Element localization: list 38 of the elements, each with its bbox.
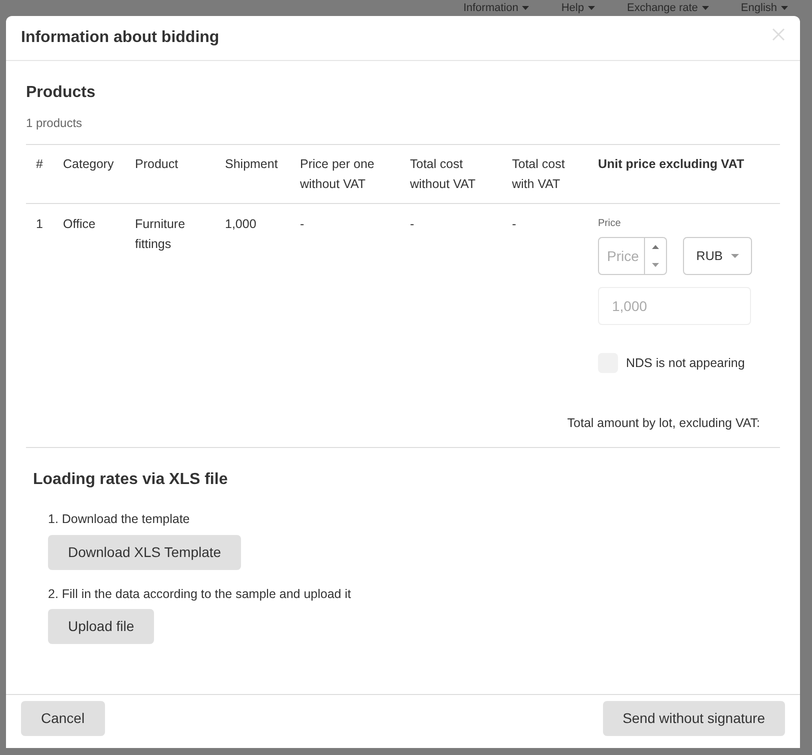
caret-icon bbox=[781, 6, 788, 10]
price-label: Price bbox=[598, 217, 622, 231]
column-header: Product bbox=[135, 157, 178, 171]
total-label: Total amount by lot, excluding VAT: bbox=[567, 415, 760, 432]
step-text: 1. Download the template bbox=[48, 510, 191, 528]
step-text: 2. Fill in the data according to the sample and upload it bbox=[48, 586, 352, 603]
caret-icon bbox=[588, 6, 595, 10]
column-header: Unit price excluding VAT bbox=[598, 157, 744, 171]
table-cell: 1 bbox=[36, 217, 43, 231]
spinner-up-icon[interactable] bbox=[652, 245, 659, 249]
spinner[interactable] bbox=[645, 237, 667, 275]
section-title: Loading rates via XLS file bbox=[33, 470, 229, 490]
send-button[interactable]: Send without signature bbox=[602, 701, 785, 736]
section-title: Products bbox=[26, 83, 96, 103]
product-count: 1 products bbox=[26, 115, 84, 132]
dialog-title: Information about bidding bbox=[21, 28, 220, 48]
column-header: Category bbox=[63, 157, 114, 171]
table-cell: Office bbox=[63, 217, 96, 231]
table-cell: - bbox=[410, 217, 414, 231]
column-header: # bbox=[36, 157, 43, 171]
checkbox-label: NDS is not appearing bbox=[626, 355, 745, 372]
table-cell: 1,000 bbox=[225, 217, 256, 231]
price-input[interactable]: Price bbox=[598, 237, 645, 275]
column-header: Shipment bbox=[225, 157, 278, 171]
table-cell: - bbox=[300, 217, 304, 231]
caret-icon bbox=[522, 6, 530, 10]
caret-icon bbox=[730, 254, 739, 258]
spinner-down-icon[interactable] bbox=[652, 263, 659, 267]
column-header: Price per one without VAT bbox=[300, 157, 374, 191]
currency-select[interactable]: RUB bbox=[683, 237, 752, 275]
column-header: Total cost without VAT bbox=[410, 157, 476, 191]
caret-icon bbox=[702, 6, 709, 10]
cancel-button[interactable]: Cancel bbox=[21, 701, 105, 736]
table-cell: - bbox=[512, 217, 516, 231]
column-header: Total cost with VAT bbox=[512, 157, 565, 191]
step-button[interactable]: Upload file bbox=[48, 609, 154, 644]
table-cell: Furniture fittings bbox=[135, 217, 186, 251]
step-button[interactable]: Download XLS Template bbox=[48, 534, 242, 570]
